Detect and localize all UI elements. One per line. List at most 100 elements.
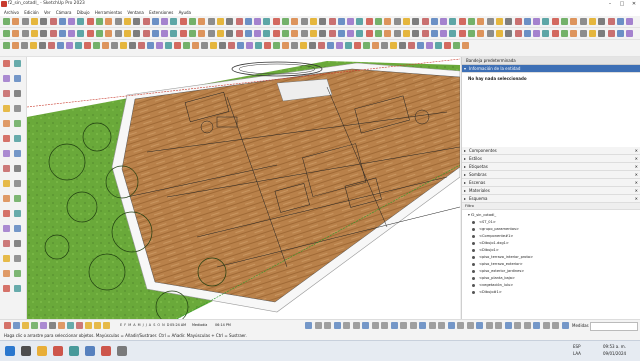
status-tool-icon[interactable]	[343, 322, 350, 329]
left-tool-icon[interactable]	[14, 105, 21, 112]
tray-section-4[interactable]: ▸ Escenas ✕	[462, 179, 640, 187]
menu-edicion[interactable]: Edición	[24, 9, 38, 16]
status-tool-icon[interactable]	[31, 322, 38, 329]
toolbar-tool-icon[interactable]	[21, 30, 29, 37]
toolbar-tool-icon[interactable]	[607, 18, 615, 25]
toolbar-tool-icon[interactable]	[372, 42, 379, 49]
toolbar-tool-icon[interactable]	[84, 42, 91, 49]
toolbar-tool-icon[interactable]	[390, 42, 397, 49]
tray-section-0[interactable]: ▸ Componentes ✕	[462, 147, 640, 155]
toolbar-tool-icon[interactable]	[384, 30, 392, 37]
toolbar-tool-icon[interactable]	[179, 30, 187, 37]
toolbar-tool-icon[interactable]	[375, 30, 382, 37]
left-tool-icon[interactable]	[3, 270, 10, 277]
toolbar-tool-icon[interactable]	[626, 18, 634, 25]
toolbar-tool-icon[interactable]	[505, 30, 513, 37]
visibility-eye-icon[interactable]	[472, 262, 475, 266]
status-tool-icon[interactable]	[409, 322, 417, 329]
outliner-item[interactable]: <Dibujo1.dxg1>	[472, 240, 509, 246]
toolbar-tool-icon[interactable]	[384, 18, 392, 25]
toolbar-tool-icon[interactable]	[336, 42, 343, 49]
left-tool-icon[interactable]	[3, 180, 10, 187]
toolbar-tool-icon[interactable]	[142, 18, 150, 25]
toolbar-tool-icon[interactable]	[183, 42, 190, 49]
status-tool-icon[interactable]	[314, 322, 322, 329]
toolbar-tool-icon[interactable]	[430, 18, 438, 25]
toolbar-tool-icon[interactable]	[458, 18, 466, 25]
toolbar-tool-icon[interactable]	[216, 18, 224, 25]
toolbar-tool-icon[interactable]	[58, 30, 66, 37]
toolbar-tool-icon[interactable]	[453, 42, 460, 49]
toolbar-tool-icon[interactable]	[3, 42, 10, 49]
toolbar-tool-icon[interactable]	[421, 30, 429, 37]
toolbar-tool-icon[interactable]	[365, 30, 373, 37]
language-indicator[interactable]: ESP	[573, 344, 580, 349]
entity-info-header[interactable]: ▾ Información de la entidad	[462, 65, 640, 73]
status-tool-icon[interactable]	[466, 322, 474, 329]
close-section-icon[interactable]: ✕	[635, 187, 638, 194]
toolbar-tool-icon[interactable]	[365, 18, 373, 25]
toolbar-tool-icon[interactable]	[417, 42, 424, 49]
left-tool-icon[interactable]	[14, 90, 21, 97]
status-tool-icon[interactable]	[400, 322, 407, 329]
status-tool-icon[interactable]	[4, 322, 11, 329]
taskbar-app-icon[interactable]	[85, 346, 95, 356]
toolbar-tool-icon[interactable]	[495, 30, 503, 37]
toolbar-tool-icon[interactable]	[561, 30, 568, 37]
toolbar-tool-icon[interactable]	[161, 18, 169, 25]
toolbar-tool-icon[interactable]	[21, 42, 28, 49]
visibility-eye-icon[interactable]	[472, 227, 475, 231]
toolbar-tool-icon[interactable]	[244, 30, 252, 37]
left-tool-icon[interactable]	[3, 165, 10, 172]
toolbar-tool-icon[interactable]	[147, 42, 154, 49]
left-tool-icon[interactable]	[3, 195, 10, 202]
outliner-item[interactable]: <piso_exterior_jardines>	[472, 268, 524, 274]
left-tool-icon[interactable]	[14, 75, 21, 82]
tray-section-6[interactable]: ▸ Esquema ✕	[462, 195, 640, 203]
toolbar-tool-icon[interactable]	[237, 42, 244, 49]
visibility-eye-icon[interactable]	[472, 290, 475, 294]
toolbar-tool-icon[interactable]	[440, 18, 448, 25]
toolbar-tool-icon[interactable]	[282, 18, 289, 25]
status-tool-icon[interactable]	[103, 322, 110, 329]
status-tool-icon[interactable]	[13, 322, 20, 329]
toolbar-tool-icon[interactable]	[189, 30, 196, 37]
toolbar-tool-icon[interactable]	[57, 42, 64, 49]
toolbar-tool-icon[interactable]	[381, 42, 388, 49]
visibility-eye-icon[interactable]	[472, 269, 475, 273]
toolbar-tool-icon[interactable]	[426, 42, 433, 49]
toolbar-tool-icon[interactable]	[30, 30, 38, 37]
toolbar-tool-icon[interactable]	[263, 30, 271, 37]
toolbar-tool-icon[interactable]	[179, 18, 187, 25]
taskbar-app-icon[interactable]	[5, 346, 15, 356]
left-tool-icon[interactable]	[3, 75, 10, 82]
toolbar-tool-icon[interactable]	[219, 42, 226, 49]
toolbar-tool-icon[interactable]	[123, 18, 131, 25]
left-tool-icon[interactable]	[3, 90, 10, 97]
toolbar-tool-icon[interactable]	[102, 42, 109, 49]
left-tool-icon[interactable]	[14, 165, 21, 172]
toolbar-tool-icon[interactable]	[40, 30, 48, 37]
visibility-eye-icon[interactable]	[472, 276, 475, 280]
toolbar-tool-icon[interactable]	[30, 18, 38, 25]
close-section-icon[interactable]: ✕	[635, 171, 638, 178]
toolbar-tool-icon[interactable]	[444, 42, 451, 49]
toolbar-tool-icon[interactable]	[533, 30, 541, 37]
toolbar-tool-icon[interactable]	[138, 42, 145, 49]
toolbar-tool-icon[interactable]	[254, 18, 262, 25]
toolbar-tool-icon[interactable]	[345, 42, 352, 49]
left-tool-icon[interactable]	[3, 105, 10, 112]
toolbar-tool-icon[interactable]	[272, 30, 280, 37]
toolbar-tool-icon[interactable]	[300, 18, 308, 25]
left-tool-icon[interactable]	[3, 135, 10, 142]
toolbar-tool-icon[interactable]	[111, 42, 118, 49]
toolbar-tool-icon[interactable]	[328, 18, 336, 25]
menu-ventana[interactable]: Ventana	[127, 9, 143, 16]
menu-herramientas[interactable]: Herramientas	[95, 9, 122, 16]
toolbar-tool-icon[interactable]	[462, 42, 469, 49]
toolbar-tool-icon[interactable]	[523, 18, 531, 25]
toolbar-tool-icon[interactable]	[21, 18, 29, 25]
toolbar-tool-icon[interactable]	[282, 30, 289, 37]
left-tool-icon[interactable]	[14, 195, 21, 202]
status-tool-icon[interactable]	[457, 322, 464, 329]
